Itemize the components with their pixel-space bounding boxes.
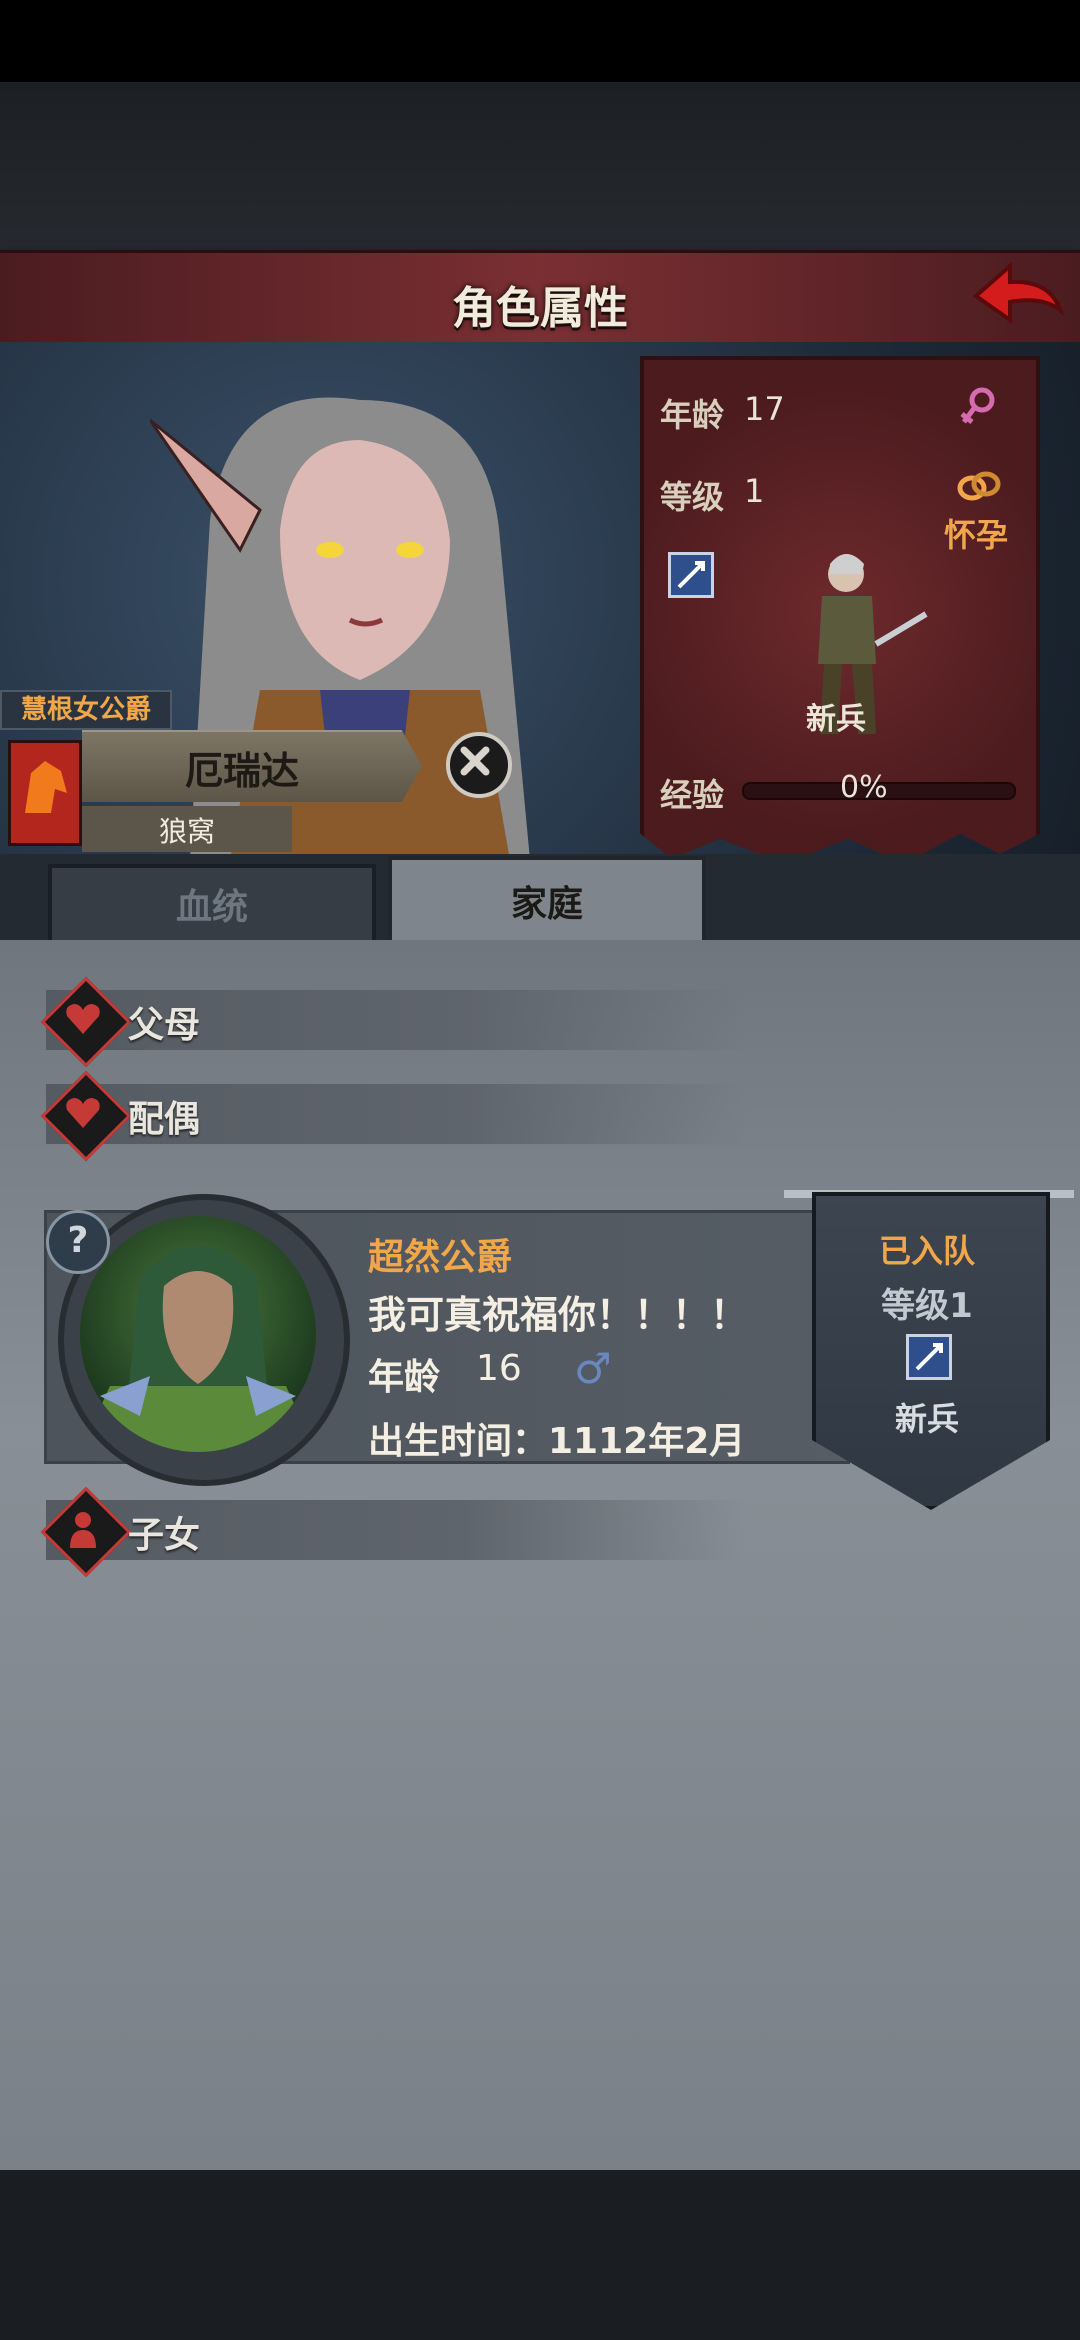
- joined-status: 已入队: [878, 1232, 975, 1270]
- close-icon: [460, 746, 490, 776]
- spouse-quote: 我可真祝福你！！！！: [368, 1293, 749, 1337]
- help-icon[interactable]: ?: [46, 1210, 110, 1274]
- spouse-level: 等级1: [881, 1286, 973, 1326]
- sword-skill-icon[interactable]: [906, 1334, 952, 1380]
- house-name: 狼窝: [158, 815, 215, 848]
- level-value: 1: [744, 472, 765, 510]
- tab-bloodline[interactable]: 血统: [48, 864, 376, 952]
- character-name: 厄瑞达: [184, 749, 299, 793]
- noble-title-tag: 慧根女公爵: [0, 690, 172, 730]
- spouse-label: 配偶: [128, 1099, 201, 1140]
- top-backdrop: [0, 82, 1080, 250]
- xp-percent: 0%: [840, 770, 888, 805]
- spouse-avatar[interactable]: [80, 1216, 316, 1452]
- dismiss-button[interactable]: [446, 732, 512, 798]
- sword-skill-icon[interactable]: [668, 552, 714, 598]
- status-bar: [0, 0, 1080, 82]
- male-icon: ♂: [574, 1344, 612, 1393]
- female-icon: [960, 387, 995, 424]
- spouse-birth: 出生时间：1112年2月: [368, 1421, 746, 1462]
- spouse-age-value: 16: [476, 1348, 522, 1389]
- level-label: 等级: [660, 478, 725, 516]
- xp-label: 经验: [660, 776, 725, 814]
- spouse-age-label: 年龄: [368, 1357, 441, 1398]
- class-name: 新兵: [806, 702, 866, 737]
- house-banner-icon: [8, 740, 82, 846]
- ring-icon: [957, 471, 1001, 501]
- back-arrow-icon[interactable]: [970, 258, 1066, 334]
- bottom-nav-area: [0, 2170, 1080, 2340]
- heart-icon-glyph: [66, 1004, 100, 1034]
- children-label: 子女: [128, 1515, 201, 1556]
- spouse-title: 超然公爵: [368, 1237, 513, 1278]
- parents-label: 父母: [128, 1005, 201, 1046]
- heart-icon-glyph: [66, 1098, 100, 1128]
- status-text: 怀孕: [944, 516, 1009, 554]
- age-value: 17: [744, 390, 785, 428]
- child-icon-glyph: [70, 1512, 96, 1548]
- noble-title: 慧根女公爵: [20, 695, 151, 725]
- page-title: 角色属性: [452, 283, 628, 334]
- spouse-class: 新兵: [894, 1400, 959, 1438]
- age-label: 年龄: [660, 396, 725, 434]
